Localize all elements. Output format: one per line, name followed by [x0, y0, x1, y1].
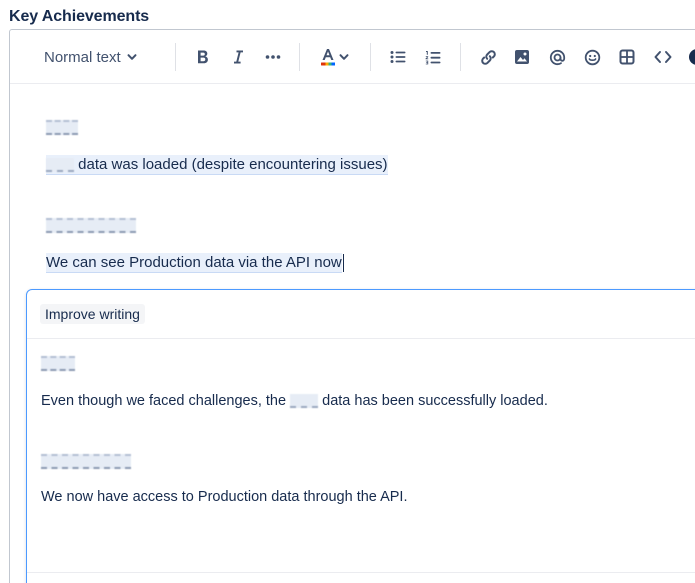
- numbered-list-button[interactable]: [423, 44, 443, 70]
- link-icon: [480, 49, 496, 65]
- ai-paragraph-1: Even though we faced challenges, the dat…: [41, 393, 548, 409]
- table-button[interactable]: [617, 44, 637, 70]
- image-button[interactable]: [512, 44, 532, 70]
- paragraph-1-text: data was loaded (despite encountering is…: [78, 156, 388, 173]
- ai-heading-2: [41, 454, 131, 473]
- mention-icon: [549, 49, 565, 65]
- text-style-dropdown[interactable]: Normal text: [44, 44, 137, 70]
- toolbar-separator: [460, 43, 461, 71]
- ai-paragraph-1-after: data has been successfully loaded.: [322, 393, 548, 409]
- paragraph-2: We can see Production data via the API n…: [46, 253, 344, 273]
- text-color-icon: [321, 49, 335, 66]
- code-icon: [654, 51, 672, 63]
- more-formatting-button[interactable]: [263, 44, 283, 70]
- more-toolbar-button[interactable]: [687, 44, 695, 70]
- code-button[interactable]: [652, 44, 674, 70]
- toolbar-separator: [299, 43, 300, 71]
- numbered-list-icon: [425, 50, 441, 64]
- toolbar-separator: [175, 43, 176, 71]
- field-label: Key Achievements: [9, 8, 150, 25]
- heading-1: [46, 120, 78, 139]
- text-style-label: Normal text: [44, 48, 121, 66]
- heading-2: [46, 218, 136, 237]
- page: Key Achievements Normal text data was lo…: [0, 0, 695, 583]
- bold-button[interactable]: [194, 44, 212, 70]
- redacted-text: [46, 158, 74, 173]
- mention-button[interactable]: [547, 44, 567, 70]
- bullet-list-icon: [390, 51, 406, 63]
- redacted-text: [290, 394, 319, 409]
- text-cursor: [342, 254, 344, 273]
- redacted-text: [46, 120, 78, 135]
- ai-heading-1: [41, 356, 75, 375]
- improve-writing-panel: Improve writing Even though we faced cha…: [26, 289, 695, 583]
- paragraph-2-text: We can see Production data via the API n…: [46, 253, 342, 273]
- bold-icon: [198, 50, 208, 64]
- bullet-list-button[interactable]: [388, 44, 408, 70]
- chevron-down-icon: [339, 54, 349, 60]
- improve-writing-tag[interactable]: Improve writing: [40, 304, 145, 324]
- ai-panel-header: Improve writing: [27, 290, 695, 339]
- ai-panel-divider: [27, 572, 695, 573]
- more-icon: [265, 55, 281, 59]
- table-icon: [619, 49, 635, 65]
- paragraph-1: data was loaded (despite encountering is…: [46, 155, 388, 175]
- toolbar-separator: [370, 43, 371, 71]
- redacted-text: [41, 454, 131, 469]
- italic-button[interactable]: [229, 44, 247, 70]
- italic-icon: [234, 50, 243, 64]
- editor-toolbar: Normal text: [10, 30, 695, 84]
- image-icon: [515, 50, 529, 64]
- ai-paragraph-2: We now have access to Production data th…: [41, 489, 408, 505]
- more-options-icon: [689, 49, 695, 65]
- redacted-text: [41, 356, 75, 371]
- redacted-text: [46, 218, 136, 233]
- ai-paragraph-1-before: Even though we faced challenges, the: [41, 393, 287, 409]
- emoji-icon: [584, 49, 600, 65]
- link-button[interactable]: [478, 44, 498, 70]
- chevron-down-icon: [127, 54, 137, 60]
- text-color-button[interactable]: [317, 44, 351, 70]
- emoji-button[interactable]: [582, 44, 602, 70]
